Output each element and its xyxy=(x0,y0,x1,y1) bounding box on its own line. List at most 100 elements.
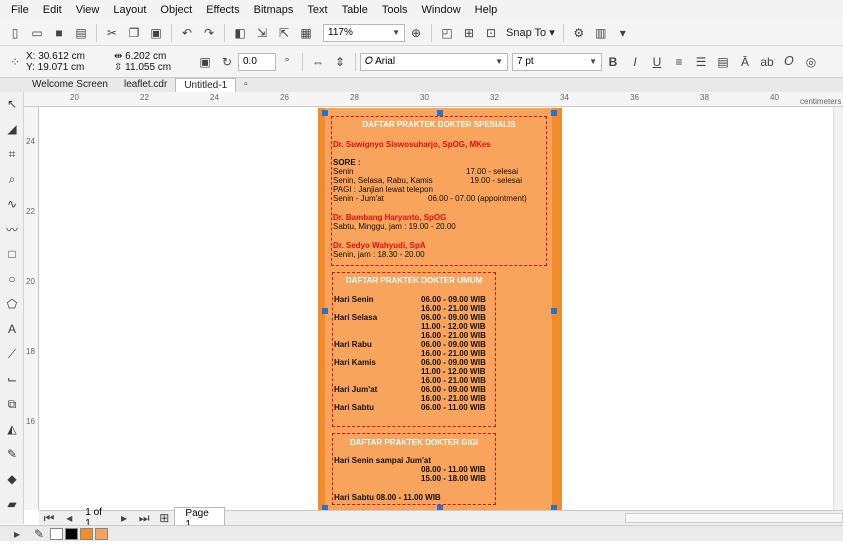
undo-icon[interactable]: ↶ xyxy=(177,23,197,43)
redo-icon[interactable]: ↷ xyxy=(199,23,219,43)
object-origin-icon[interactable]: ⁘ xyxy=(5,52,25,72)
tab-leaflet[interactable]: leaflet.cdr xyxy=(116,78,175,92)
schedule-time: 16.00 - 21.00 WIB xyxy=(421,304,486,313)
vertical-ruler[interactable]: 24 22 20 18 16 xyxy=(24,107,39,510)
y-position-field[interactable]: Y: 19.071 cm xyxy=(26,62,106,73)
zoom-level-dropdown[interactable]: 117% ▼ xyxy=(323,23,405,42)
font-list-dropdown[interactable]: 𝑂 Arial ▼ xyxy=(360,52,508,71)
lock-ratio-icon[interactable]: ▣ xyxy=(195,52,215,72)
specialist-schedule-box[interactable]: DAFTAR PRAKTEK DOKTER SPESIALIS Dr. Suwi… xyxy=(331,116,547,266)
transparency-tool-icon[interactable]: ◭ xyxy=(0,417,24,441)
blend-tool-icon[interactable]: ⧉ xyxy=(0,392,24,416)
color-swatch-orange[interactable] xyxy=(80,527,93,540)
x-position-field[interactable]: X: 30.612 cm xyxy=(26,51,106,62)
menu-tools[interactable]: Tools xyxy=(375,0,415,20)
open-icon[interactable]: ▭ xyxy=(27,23,47,43)
width-field[interactable]: ⇹ 6.202 cm xyxy=(114,51,194,62)
menu-bitmaps[interactable]: Bitmaps xyxy=(247,0,301,20)
menu-help[interactable]: Help xyxy=(468,0,505,20)
rectangle-tool-icon[interactable]: □ xyxy=(0,242,24,266)
text-properties-icon[interactable]: Ā xyxy=(735,52,755,72)
horizontal-ruler[interactable]: 20 22 24 26 28 30 32 34 36 38 40 centime… xyxy=(24,92,843,107)
horizontal-scrollbar[interactable] xyxy=(625,513,843,523)
save-icon[interactable]: ■ xyxy=(49,23,69,43)
menu-text[interactable]: Text xyxy=(300,0,334,20)
color-swatch-black[interactable] xyxy=(65,527,78,540)
print-icon[interactable]: ▤ xyxy=(71,23,91,43)
options-icon[interactable]: ⚙ xyxy=(569,23,589,43)
parallel-dimension-icon[interactable]: ⟋ xyxy=(0,342,24,366)
selection-handle[interactable] xyxy=(551,308,557,314)
italic-icon[interactable]: I xyxy=(625,52,645,72)
search-content-icon[interactable]: ◧ xyxy=(230,23,250,43)
vertical-scrollbar[interactable] xyxy=(833,107,843,510)
cut-icon[interactable]: ✂ xyxy=(102,23,122,43)
pick-tool-icon[interactable]: ↖ xyxy=(0,92,24,116)
rotation-icon[interactable]: ↻ xyxy=(217,52,237,72)
zoom-tool-icon[interactable]: ⌕ xyxy=(0,167,24,191)
tab-untitled-1[interactable]: Untitled-1 xyxy=(175,78,237,92)
selection-handle[interactable] xyxy=(551,110,557,116)
tab-welcome-screen[interactable]: Welcome Screen xyxy=(24,78,116,92)
artistic-media-icon[interactable]: 〰 xyxy=(0,217,24,241)
drop-cap-icon[interactable]: ▤ xyxy=(713,52,733,72)
selection-handle[interactable] xyxy=(322,110,328,116)
freehand-tool-icon[interactable]: ∿ xyxy=(0,192,24,216)
edit-text-icon[interactable]: ab xyxy=(757,52,777,72)
menu-effects[interactable]: Effects xyxy=(199,0,246,20)
snap-to-button[interactable]: Snap To ▾ xyxy=(502,26,559,40)
general-schedule-box[interactable]: DAFTAR PRAKTEK DOKTER UMUM Hari Senin 06… xyxy=(332,272,496,427)
polygon-tool-icon[interactable]: ⬠ xyxy=(0,292,24,316)
leaflet-content[interactable]: DAFTAR PRAKTEK DOKTER SPESIALIS Dr. Suwi… xyxy=(325,108,552,510)
bold-icon[interactable]: B xyxy=(603,52,623,72)
opentype-features-icon[interactable]: 𝑂 xyxy=(779,52,799,72)
dental-schedule-box[interactable]: DAFTAR PRAKTEK DOKTER GIGI Hari Senin sa… xyxy=(332,433,496,505)
text-frame-icon[interactable]: ◎ xyxy=(801,52,821,72)
copy-icon[interactable]: ❐ xyxy=(124,23,144,43)
schedule-time: 16.00 - 21.00 WIB xyxy=(421,394,486,403)
no-fill-swatch[interactable] xyxy=(50,527,63,540)
full-screen-icon[interactable]: ◰ xyxy=(437,23,457,43)
underline-icon[interactable]: U xyxy=(647,52,667,72)
new-tab-icon[interactable]: ▫ xyxy=(236,78,256,92)
rotation-angle-field[interactable]: 0.0 xyxy=(238,52,276,71)
smart-fill-icon[interactable]: ▰ xyxy=(0,492,24,516)
zoom-icon[interactable]: ⊕ xyxy=(406,23,426,43)
menu-view[interactable]: View xyxy=(69,0,107,20)
crop-tool-icon[interactable]: ⌗ xyxy=(0,142,24,166)
bullet-list-icon[interactable]: ☰ xyxy=(691,52,711,72)
separator xyxy=(171,23,172,42)
schedule-time: 06.00 - 11.00 WIB xyxy=(421,403,486,412)
height-field[interactable]: ⇳ 11.055 cm xyxy=(114,62,194,73)
new-icon[interactable]: ▯ xyxy=(5,23,25,43)
selection-handle[interactable] xyxy=(322,308,328,314)
text-align-icon[interactable]: ≡ xyxy=(669,52,689,72)
mirror-vertical-icon[interactable]: ⇕ xyxy=(330,52,350,72)
paste-icon[interactable]: ▣ xyxy=(146,23,166,43)
export-icon[interactable]: ⇱ xyxy=(274,23,294,43)
menu-edit[interactable]: Edit xyxy=(36,0,69,20)
publish-pdf-icon[interactable]: ▦ xyxy=(296,23,316,43)
connector-tool-icon[interactable]: ⌙ xyxy=(0,367,24,391)
menu-object[interactable]: Object xyxy=(153,0,199,20)
selection-handle[interactable] xyxy=(437,110,443,116)
menu-layout[interactable]: Layout xyxy=(106,0,153,20)
ruler-mark: 20 xyxy=(70,93,79,102)
shape-tool-icon[interactable]: ◢ xyxy=(0,117,24,141)
eyedropper-tool-icon[interactable]: ✎ xyxy=(0,442,24,466)
show-grid-icon[interactable]: ⊡ xyxy=(481,23,501,43)
application-launcher-icon[interactable]: ▥ xyxy=(591,23,611,43)
menu-file[interactable]: File xyxy=(4,0,36,20)
show-rulers-icon[interactable]: ⊞ xyxy=(459,23,479,43)
ruler-mark: 28 xyxy=(350,93,359,102)
interactive-fill-icon[interactable]: ◆ xyxy=(0,467,24,491)
launcher-dropdown-icon[interactable]: ▾ xyxy=(613,23,633,43)
ellipse-tool-icon[interactable]: ○ xyxy=(0,267,24,291)
text-tool-icon[interactable]: A xyxy=(0,317,24,341)
import-icon[interactable]: ⇲ xyxy=(252,23,272,43)
font-size-dropdown[interactable]: 7 pt ▼ xyxy=(512,52,602,71)
mirror-horizontal-icon[interactable]: ⇔ xyxy=(308,52,328,72)
menu-table[interactable]: Table xyxy=(335,0,375,20)
menu-window[interactable]: Window xyxy=(415,0,468,20)
color-swatch-light-orange[interactable] xyxy=(95,527,108,540)
